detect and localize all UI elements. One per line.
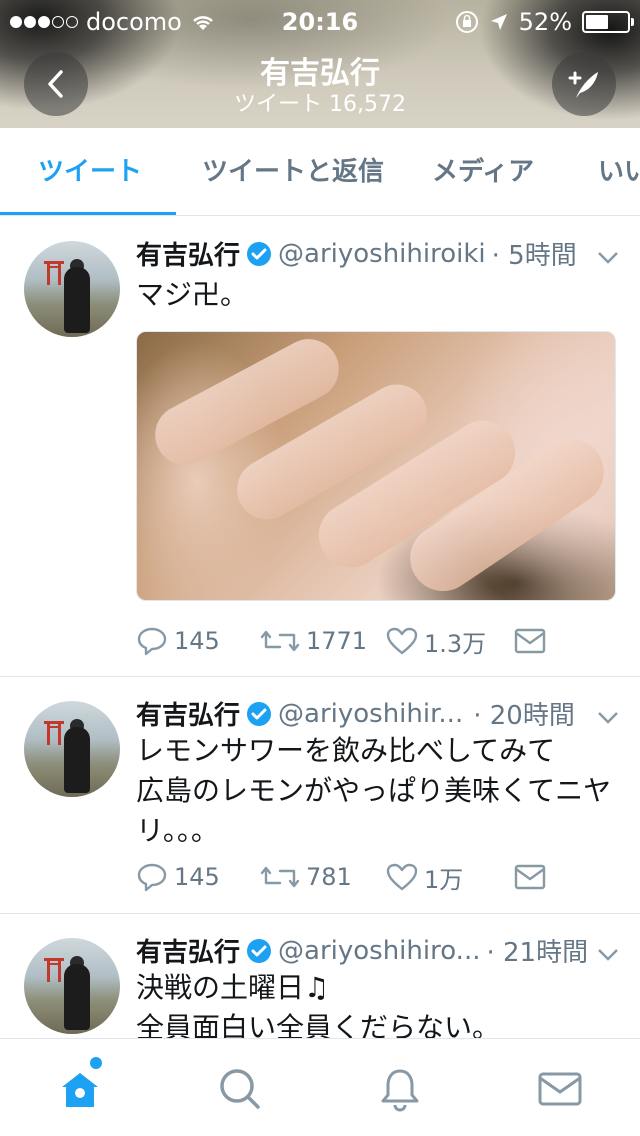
chevron-down-icon[interactable] — [596, 942, 620, 966]
profile-tabs: ツイート ツイートと返信 メディア いいね — [0, 128, 640, 216]
tweet-time: · 5時間 — [491, 241, 577, 271]
messages-tab[interactable] — [536, 1065, 584, 1113]
tweet[interactable]: 有吉弘行 @ariyoshihir... · 20時間 レモンサワーを飲み比べし… — [0, 677, 640, 914]
envelope-icon — [538, 1072, 582, 1106]
tweet-time: · 21時間 — [486, 938, 589, 968]
home-tab[interactable] — [56, 1057, 104, 1113]
direct-message-button[interactable] — [514, 864, 552, 890]
tweet-author-name[interactable]: 有吉弘行 — [136, 235, 240, 272]
compose-feather-icon — [568, 71, 598, 98]
tweet-text: 決戦の土曜日♫ 全員面白い全員くだらない。 — [136, 968, 626, 1038]
tweet-media-image[interactable] — [136, 331, 616, 601]
like-count: 1万 — [424, 865, 464, 894]
chevron-down-icon[interactable] — [596, 245, 620, 269]
retweet-icon — [260, 630, 300, 652]
location-icon — [490, 14, 507, 30]
tweet-author-handle[interactable]: @ariyoshihiro... — [278, 936, 480, 966]
torii-gate-icon — [44, 958, 64, 982]
retweet-button[interactable]: 781 — [260, 863, 386, 891]
reply-button[interactable]: 145 — [136, 862, 260, 892]
reply-icon — [137, 627, 167, 656]
envelope-icon — [514, 628, 546, 654]
tweet-author-handle[interactable]: @ariyoshihiroiki — [278, 239, 486, 269]
search-tab[interactable] — [216, 1065, 264, 1113]
tweet-text-line: 決戦の土曜日♫ — [136, 971, 330, 1004]
avatar[interactable] — [24, 701, 120, 797]
reply-icon — [137, 863, 167, 892]
tweet-text: レモンサワーを飲み比べしてみて 広島のレモンがやっぱり美味くてニヤ リ。。。 — [136, 731, 626, 851]
like-count: 1.3万 — [424, 629, 487, 658]
tweet-count: ツイート 16,572 — [234, 92, 406, 117]
torii-gate-icon — [44, 261, 64, 285]
heart-icon — [386, 863, 418, 891]
home-icon — [62, 1073, 98, 1107]
reply-count: 145 — [174, 627, 220, 655]
tab-tweets-and-replies[interactable]: ツイートと返信 — [202, 128, 384, 215]
notifications-tab[interactable] — [376, 1065, 424, 1113]
like-button[interactable]: 1.3万 — [386, 624, 514, 659]
bottom-tab-bar — [0, 1038, 640, 1136]
verified-badge-icon — [247, 938, 272, 963]
retweet-icon — [260, 866, 300, 888]
retweet-count: 781 — [306, 863, 352, 891]
profile-header: docomo 20:16 52% 有吉弘行 ツイート 16,572 — [0, 0, 640, 128]
avatar[interactable] — [24, 241, 120, 337]
avatar[interactable] — [24, 938, 120, 1034]
tweet-text: マジ卍。 — [136, 278, 249, 311]
tweet-actions: 145 781 1万 — [136, 857, 616, 897]
tweet-text-line: レモンサワーを飲み比べしてみて — [136, 734, 556, 767]
direct-message-button[interactable] — [514, 628, 552, 654]
torii-gate-icon — [44, 721, 64, 745]
tab-tweets[interactable]: ツイート — [38, 128, 142, 215]
chevron-down-icon[interactable] — [596, 705, 620, 729]
tweet-author-handle[interactable]: @ariyoshihir... — [278, 699, 463, 729]
verified-badge-icon — [247, 701, 272, 726]
tweet-text-line: 全員面白い全員くだらない。 — [136, 1011, 501, 1038]
rotation-lock-icon — [455, 11, 478, 33]
tweet[interactable]: 有吉弘行 @ariyoshihiroiki · 5時間 マジ卍。 145 177… — [0, 217, 640, 677]
tweet[interactable]: 有吉弘行 @ariyoshihiro... · 21時間 決戦の土曜日♫ 全員面… — [0, 914, 640, 1038]
status-bar: docomo 20:16 52% — [0, 0, 640, 40]
reply-button[interactable]: 145 — [136, 626, 260, 656]
active-tab-indicator — [0, 212, 176, 215]
tweet-actions: 145 1771 1.3万 — [136, 621, 616, 661]
tweet-author-name[interactable]: 有吉弘行 — [136, 695, 240, 732]
reply-count: 145 — [174, 863, 220, 891]
compose-tweet-button[interactable] — [552, 52, 616, 116]
bell-icon — [381, 1069, 419, 1112]
new-content-dot — [90, 1057, 102, 1069]
like-button[interactable]: 1万 — [386, 860, 514, 895]
battery-percent: 52% — [518, 8, 572, 36]
search-icon — [220, 1069, 260, 1109]
tweet-text-line: 広島のレモンがやっぱり美味くてニヤ — [136, 774, 612, 807]
tab-media[interactable]: メディア — [432, 128, 534, 215]
tweet-text-line: リ。。。 — [136, 814, 219, 847]
battery-icon — [582, 11, 634, 33]
tweet-author-name[interactable]: 有吉弘行 — [136, 932, 240, 969]
envelope-icon — [514, 864, 546, 890]
heart-icon — [386, 627, 418, 655]
tweet-time: · 20時間 — [473, 701, 575, 731]
retweet-button[interactable]: 1771 — [260, 627, 386, 655]
tab-likes[interactable]: いいね — [598, 128, 640, 215]
verified-badge-icon — [247, 241, 272, 266]
retweet-count: 1771 — [306, 627, 368, 655]
